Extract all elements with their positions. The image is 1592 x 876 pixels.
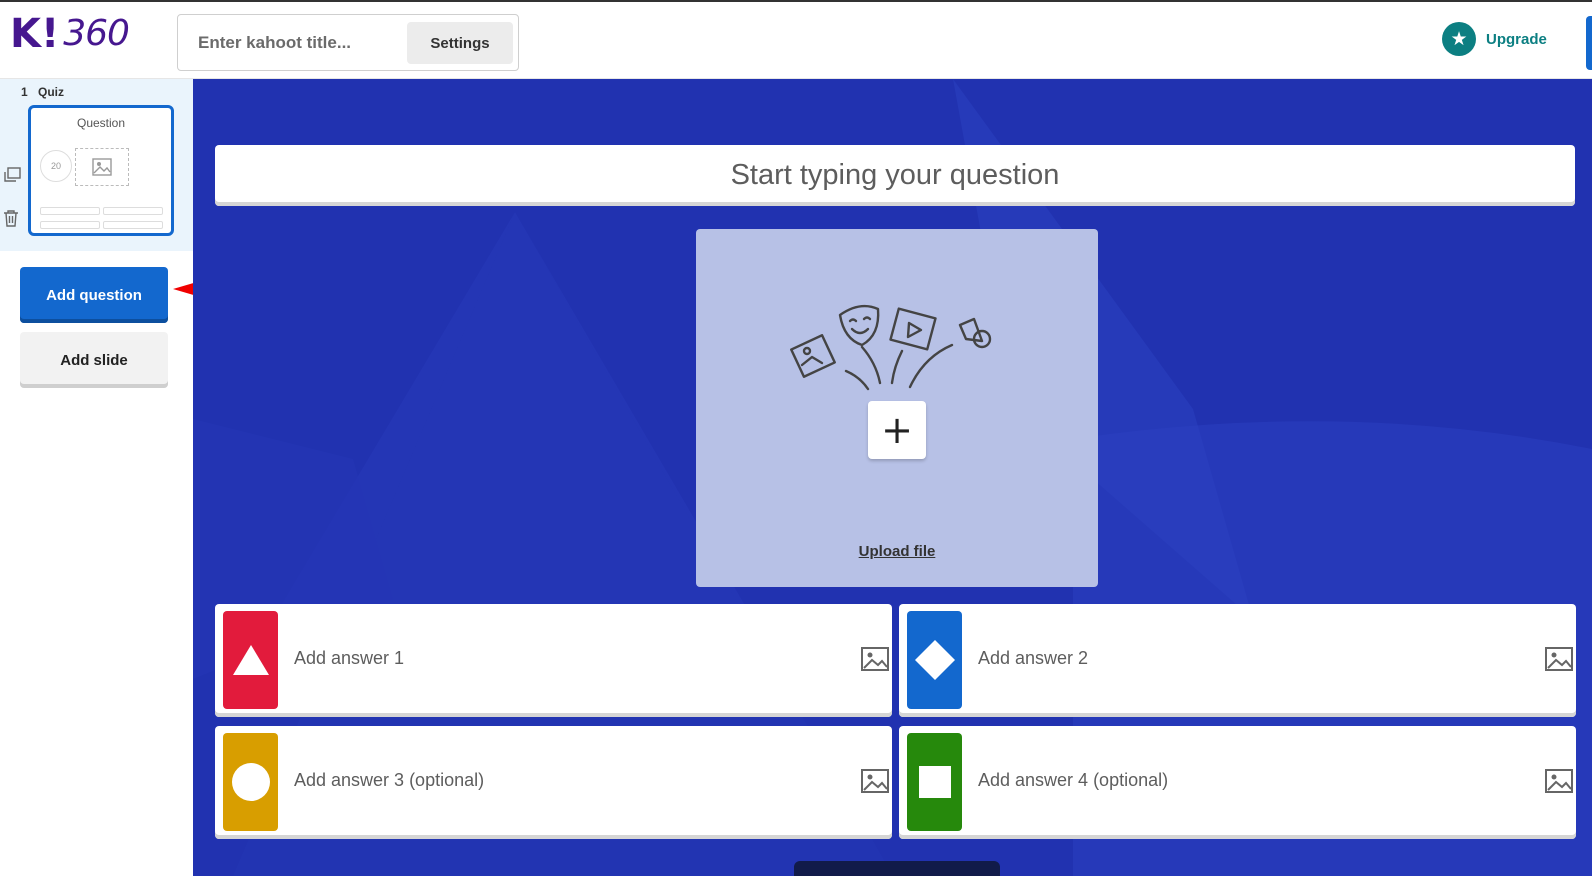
add-image-icon[interactable] bbox=[860, 766, 892, 796]
media-upload-area[interactable]: + Upload file bbox=[696, 229, 1098, 587]
star-icon: ★ bbox=[1442, 22, 1476, 56]
answer-4-input[interactable] bbox=[978, 726, 1518, 835]
thumbnail-title: Question bbox=[76, 116, 126, 130]
upgrade-label: Upgrade bbox=[1486, 30, 1547, 48]
answer-1-card[interactable] bbox=[215, 604, 892, 717]
diamond-icon bbox=[914, 640, 955, 680]
upgrade-button[interactable]: ★ Upgrade bbox=[1442, 22, 1547, 56]
answer-1-input[interactable] bbox=[294, 604, 834, 713]
bottom-panel-tab[interactable] bbox=[794, 861, 1000, 876]
answer-2-input[interactable] bbox=[978, 604, 1518, 713]
add-image-icon[interactable] bbox=[1544, 766, 1576, 796]
thumbnail-timer: 20 bbox=[40, 150, 72, 182]
circle-icon bbox=[231, 763, 270, 801]
square-icon bbox=[918, 766, 951, 798]
upload-file-link[interactable]: Upload file bbox=[696, 543, 1098, 560]
answer-3-card[interactable] bbox=[215, 726, 892, 839]
add-question-button[interactable]: Add question bbox=[20, 267, 168, 323]
media-types-illustration-icon bbox=[790, 304, 992, 391]
answer-4-shape bbox=[907, 733, 962, 831]
add-slide-button[interactable]: Add slide bbox=[20, 332, 168, 388]
thumbnail-answer bbox=[103, 221, 163, 229]
add-media-plus-icon[interactable]: + bbox=[868, 401, 926, 459]
question-editor-canvas: + Upload file bbox=[193, 79, 1592, 876]
answer-3-input[interactable] bbox=[294, 726, 834, 835]
title-container: Settings bbox=[177, 14, 519, 71]
answer-2-card[interactable] bbox=[899, 604, 1576, 717]
settings-button[interactable]: Settings bbox=[407, 22, 513, 64]
answer-1-shape bbox=[223, 611, 278, 709]
kahoot-logo[interactable]: K! 360 bbox=[10, 11, 130, 57]
slide-thumbnail[interactable]: Question 20 bbox=[28, 105, 174, 236]
thumbnail-answer bbox=[103, 207, 163, 215]
logo-suffix: 360 bbox=[63, 13, 130, 54]
kahoot-title-input[interactable] bbox=[184, 23, 394, 63]
slide-sidebar: 1 Quiz Question 20 Add question Add slid… bbox=[0, 79, 193, 876]
top-bar: K! 360 Settings ★ Upgrade bbox=[0, 0, 1592, 79]
add-image-icon[interactable] bbox=[860, 644, 892, 674]
question-field[interactable] bbox=[215, 145, 1575, 206]
thumbnail-answer bbox=[40, 207, 100, 215]
logo-mark: K! bbox=[10, 11, 60, 57]
duplicate-icon[interactable] bbox=[3, 167, 21, 183]
question-input[interactable] bbox=[215, 145, 1575, 206]
slide-number: 1 bbox=[21, 85, 28, 99]
add-image-icon[interactable] bbox=[1544, 644, 1576, 674]
answer-4-card[interactable] bbox=[899, 726, 1576, 839]
thumbnail-answer bbox=[40, 221, 100, 229]
triangle-icon bbox=[232, 645, 269, 675]
slide-type-label: Quiz bbox=[38, 85, 64, 99]
header-action-button-edge[interactable] bbox=[1586, 16, 1592, 70]
slide-list-item[interactable]: 1 Quiz Question 20 bbox=[0, 79, 193, 251]
trash-icon[interactable] bbox=[3, 209, 19, 227]
answer-2-shape bbox=[907, 611, 962, 709]
thumbnail-image-icon bbox=[75, 148, 129, 186]
answer-3-shape bbox=[223, 733, 278, 831]
